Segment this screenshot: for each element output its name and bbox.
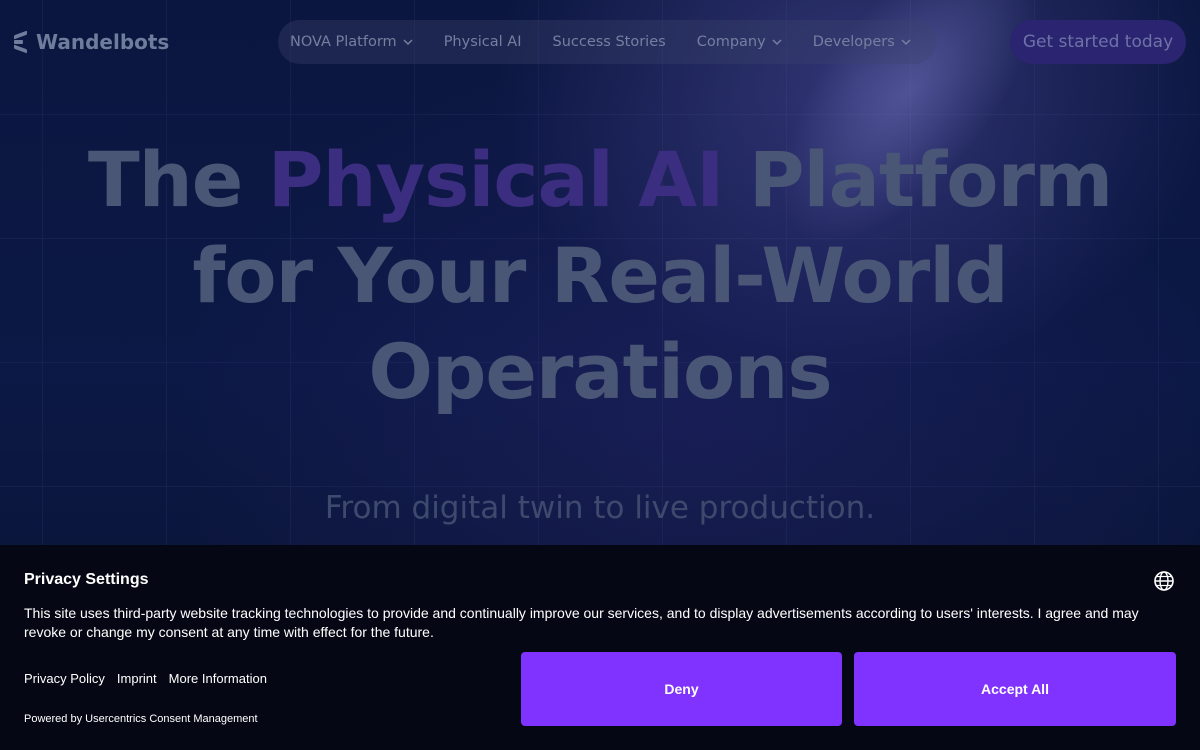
powered-by-text: Powered by Usercentrics Consent Manageme… (24, 713, 258, 725)
logo-text: Wandelbots (36, 30, 170, 54)
chevron-down-icon (403, 39, 413, 46)
more-information-link[interactable]: More Information (169, 671, 267, 686)
chevron-down-icon (901, 39, 911, 46)
page: Wandelbots NOVA Platform Physical AI Suc… (0, 0, 1200, 750)
deny-button[interactable]: Deny (521, 652, 842, 726)
imprint-link[interactable]: Imprint (117, 671, 157, 686)
nav-item-label: Success Stories (552, 34, 666, 50)
nav-item-company[interactable]: Company (697, 34, 797, 50)
wandelbots-logo-icon (14, 30, 30, 54)
consent-body-text: This site uses third-party website track… (24, 605, 1139, 640)
consent-title: Privacy Settings (24, 571, 149, 588)
hero-accent-text: Physical AI (267, 135, 725, 224)
logo[interactable]: Wandelbots (14, 30, 169, 54)
hero-line-1-post: Platform (723, 135, 1113, 224)
nav-item-label: Physical AI (443, 34, 522, 50)
nav-item-success-stories[interactable]: Success Stories (552, 34, 680, 50)
nav-item-label: Company (696, 34, 766, 50)
chevron-down-icon (772, 39, 782, 46)
privacy-policy-link[interactable]: Privacy Policy (24, 671, 105, 686)
nav-item-developers[interactable]: Developers (813, 34, 911, 50)
nav-item-label: Developers (812, 34, 895, 50)
globe-icon[interactable] (1153, 570, 1175, 592)
hero-line-3: Operations (368, 327, 832, 416)
nav-item-label: NOVA Platform (290, 34, 397, 50)
hero-subtitle: From digital twin to live production. (324, 490, 876, 526)
hero-line-1-pre: The (87, 135, 268, 224)
nav-item-physical-ai[interactable]: Physical AI (444, 34, 537, 50)
get-started-button[interactable]: Get started today (1010, 20, 1186, 64)
nav-item-nova-platform[interactable]: NOVA Platform (290, 34, 428, 50)
consent-links: Privacy Policy Imprint More Information (24, 671, 267, 686)
privacy-consent-banner: Privacy Settings This site uses third-pa… (0, 545, 1200, 750)
hero-line-2: for Your Real-World (192, 231, 1008, 320)
hero-heading: The Physical AI Platform for Your Real-W… (0, 132, 1200, 420)
hero-line-1: The Physical AI Platform (0, 132, 1200, 228)
accept-all-button[interactable]: Accept All (854, 652, 1176, 726)
main-nav: NOVA Platform Physical AI Success Storie… (278, 20, 936, 64)
